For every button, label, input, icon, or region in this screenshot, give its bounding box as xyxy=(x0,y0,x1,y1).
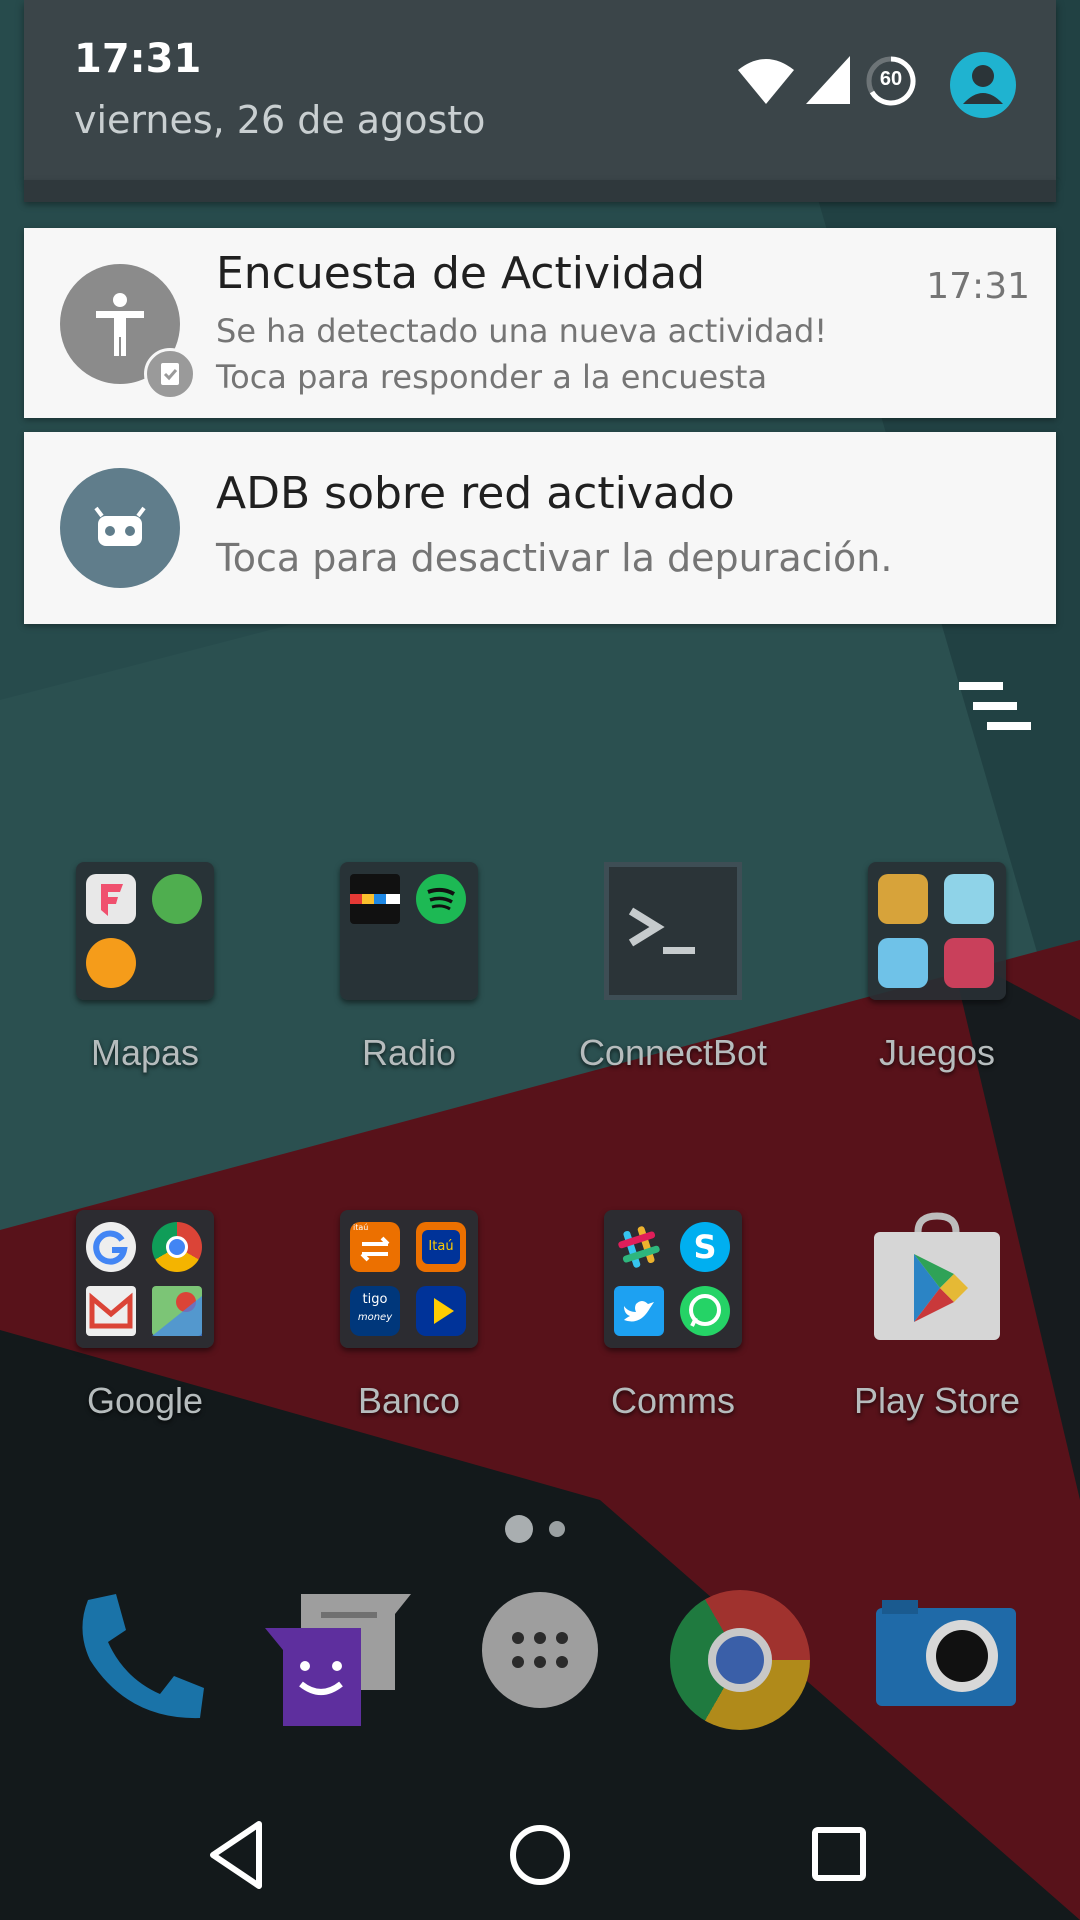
notification-text: Toca para desactivar la depuración. xyxy=(216,536,893,580)
subway-surfers-icon xyxy=(878,874,928,924)
skype-icon: S xyxy=(680,1222,730,1272)
clear-all-icon[interactable] xyxy=(955,680,1035,740)
cellular-signal-icon xyxy=(806,56,850,104)
folder-icon xyxy=(76,1210,214,1348)
chrome-icon xyxy=(670,1590,810,1730)
folder-icon: itaú Itaú tigo money xyxy=(340,1210,478,1348)
itau-transfer-icon: itaú xyxy=(350,1222,400,1272)
spotify-icon xyxy=(416,874,466,924)
notification-text: Se ha detectado una nueva actividad! xyxy=(216,312,828,350)
notification-subtext: Toca para responder a la encuesta xyxy=(216,358,768,396)
phone-app[interactable] xyxy=(68,1590,208,1730)
app-connectbot[interactable]: ConnectBot xyxy=(540,862,780,1082)
peppa-pig-icon xyxy=(878,938,928,988)
chrome-app[interactable] xyxy=(670,1590,810,1730)
folder-radio[interactable]: Radio xyxy=(276,862,516,1082)
strawberry-shortcake-icon xyxy=(944,938,994,988)
recents-icon[interactable] xyxy=(795,1810,885,1900)
slack-icon xyxy=(614,1222,664,1272)
page-dot xyxy=(549,1521,565,1537)
folder-mapas[interactable]: Mapas xyxy=(12,862,252,1082)
notification-icon xyxy=(60,468,180,588)
messenger-app[interactable] xyxy=(265,1590,411,1730)
app-label: Comms xyxy=(611,1380,735,1421)
play-arrow-icon xyxy=(416,1286,466,1336)
whatsapp-icon xyxy=(680,1286,730,1336)
google-maps-icon xyxy=(152,1286,202,1336)
phone-icon xyxy=(82,1594,204,1719)
itau-small-label: itaú xyxy=(353,1223,369,1232)
app-label: ConnectBot xyxy=(578,1032,768,1073)
notification-adb[interactable]: ADB sobre red activado Toca para desacti… xyxy=(24,432,1056,624)
app-label: Mapas xyxy=(90,1032,200,1073)
user-avatar[interactable] xyxy=(950,52,1016,118)
itau-label: Itaú xyxy=(422,1230,460,1264)
folder-google[interactable]: Google xyxy=(12,1210,252,1430)
android-debug-icon xyxy=(94,506,146,546)
chrome-small-icon xyxy=(152,1222,202,1272)
camera-icon xyxy=(876,1600,1016,1706)
back-icon[interactable] xyxy=(195,1810,285,1900)
person-icon xyxy=(963,65,1003,104)
maps-globe-icon xyxy=(152,874,202,924)
radio-app-icon xyxy=(350,874,400,924)
twitter-icon xyxy=(614,1286,664,1336)
clock: 17:31 xyxy=(74,36,202,82)
app-label: Play Store xyxy=(853,1380,1021,1421)
swarm-icon xyxy=(86,938,136,988)
wifi-icon xyxy=(738,59,794,104)
navigation-bar xyxy=(0,1790,1080,1920)
money-label: money xyxy=(357,1312,393,1323)
notification-encuesta[interactable]: Encuesta de Actividad 17:31 Se ha detect… xyxy=(24,228,1056,418)
app-label: Radio xyxy=(361,1032,457,1073)
notification-title: ADB sobre red activado xyxy=(216,468,735,519)
app-drawer-icon xyxy=(482,1592,598,1708)
google-icon xyxy=(86,1222,136,1272)
notification-time: 17:31 xyxy=(926,266,1030,307)
page-dot-current xyxy=(505,1515,533,1543)
messenger-icon xyxy=(265,1594,411,1726)
folder-icon xyxy=(76,862,214,1000)
tigo-money-icon: tigo money xyxy=(350,1286,400,1336)
app-play-store[interactable]: Play Store xyxy=(804,1210,1044,1430)
tigo-label: tigo xyxy=(362,1292,388,1307)
home-icon[interactable] xyxy=(495,1810,585,1900)
foursquare-icon xyxy=(86,874,136,924)
quick-settings-header[interactable]: 17:31 viernes, 26 de agosto 60 xyxy=(24,0,1056,202)
terminal-icon xyxy=(604,862,742,1000)
folder-comms[interactable]: S Comms xyxy=(540,1210,780,1430)
folder-icon xyxy=(340,862,478,1000)
folder-juegos[interactable]: Juegos xyxy=(804,862,1044,1082)
app-label: Google xyxy=(86,1380,204,1421)
crossy-road-icon xyxy=(944,874,994,924)
app-label: Juegos xyxy=(878,1032,996,1073)
folder-icon: S xyxy=(604,1210,742,1348)
itau-icon: Itaú xyxy=(416,1222,466,1272)
folder-banco[interactable]: itaú Itaú tigo money Banco xyxy=(276,1210,516,1430)
play-store-icon xyxy=(868,1210,1006,1348)
notification-icon xyxy=(60,264,196,400)
app-drawer[interactable] xyxy=(480,1590,620,1730)
battery-icon: 60 xyxy=(866,56,916,106)
camera-app[interactable] xyxy=(870,1590,1016,1730)
battery-level: 60 xyxy=(879,68,903,90)
clipboard-badge-icon xyxy=(144,348,196,400)
gmail-icon xyxy=(86,1286,136,1336)
folder-icon xyxy=(868,862,1006,1000)
app-label: Banco xyxy=(357,1380,461,1421)
date: viernes, 26 de agosto xyxy=(74,98,486,142)
notification-title: Encuesta de Actividad xyxy=(216,248,706,299)
